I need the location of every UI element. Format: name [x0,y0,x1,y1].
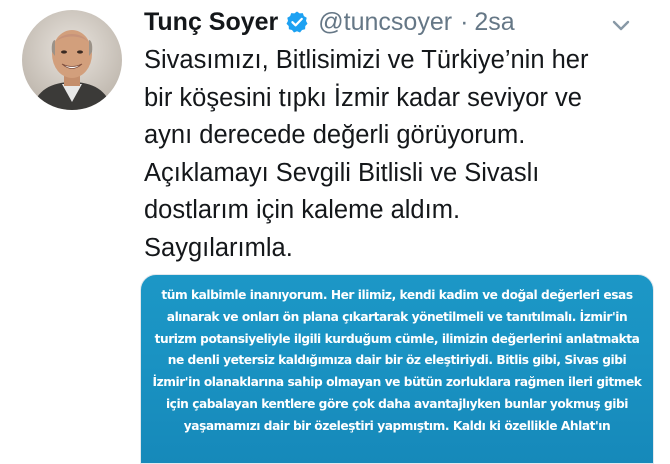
tweet[interactable]: Tunç Soyer @tuncsoyer · 2sa Sivasımızı, … [0,0,670,464]
tweet-media-image[interactable]: tüm kalbimle inanıyorum. Her ilimiz, ken… [140,274,654,464]
image-text-line: İzmir'in olanaklarına sahip olmayan ve b… [152,375,642,390]
tweet-text-line: Saygılarımla. [144,233,293,262]
user-handle[interactable]: @tuncsoyer [318,8,452,37]
avatar[interactable] [22,10,122,110]
display-name[interactable]: Tunç Soyer [144,8,278,37]
tweet-timestamp[interactable]: 2sa [474,8,514,37]
verified-badge-icon [285,10,309,34]
tweet-header: Tunç Soyer @tuncsoyer · 2sa [144,4,515,40]
separator-dot: · [460,7,469,36]
tweet-text: Sivasımızı, Bitlisimizi ve Türkiye’nin h… [144,42,664,267]
image-text-line: turizm potansiyeliyle ilgili kurduğum cü… [154,331,640,346]
image-text-line: ne denli yetersiz kaldığımıza dair bir ö… [167,353,627,368]
chevron-down-icon[interactable] [610,14,632,36]
image-text-line: alınarak ve onları ön plana çıkartarak y… [166,309,628,324]
image-text-line: yaşamamızı dair bir özeleştiri yapmıştım… [183,418,611,433]
tweet-text-line: Açıklamayı Sevgili Bitlisli ve Sivaslı [144,158,540,187]
tweet-text-line: Sivasımızı, Bitlisimizi ve Türkiye’nin h… [144,46,589,74]
tweet-text-line: dostlarım için kaleme aldım. [144,196,461,224]
avatar-image [22,10,122,110]
tweet-text-line: bir köşesini tıpkı İzmir kadar seviyor v… [144,83,582,112]
image-text-line: tüm kalbimle inanıyorum. Her ilimiz, ken… [161,288,633,302]
image-text-line: için çabalayan kentlere göre çok daha av… [165,396,629,411]
image-statement-text: tüm kalbimle inanıyorum. Her ilimiz, ken… [141,285,653,438]
tweet-text-line: aynı derecede değerli görüyorum. [144,121,526,149]
